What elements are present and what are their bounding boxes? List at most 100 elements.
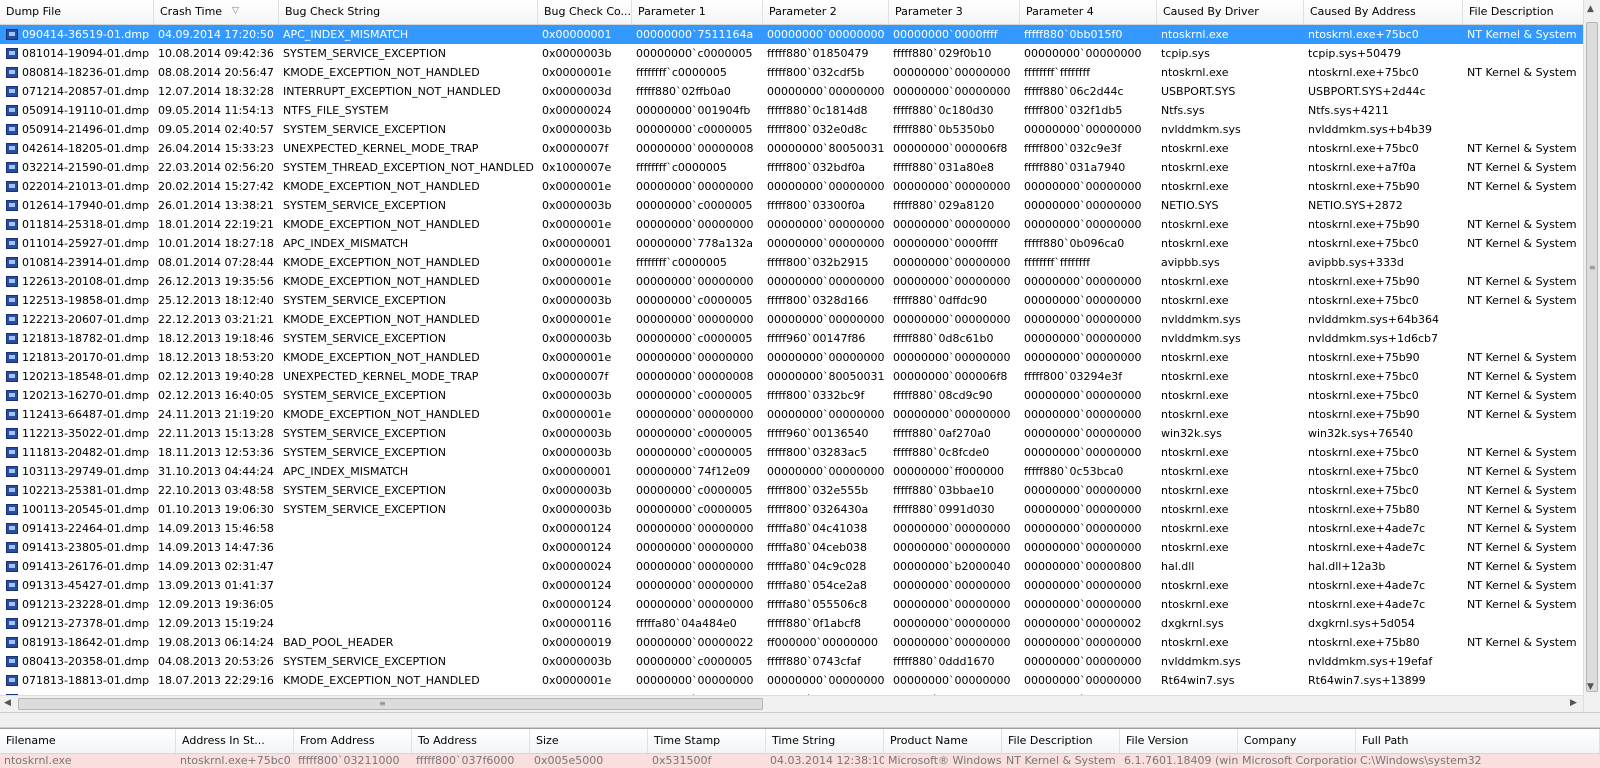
parameter-1-cell: 00000000`c0000005 — [636, 389, 753, 402]
table-row[interactable]: 091213-27378-01.dmp 12.09.2013 15:19:24 0x… — [0, 614, 1583, 633]
table-row[interactable]: 120213-18548-01.dmp 02.12.2013 19:40:28 UN… — [0, 367, 1583, 386]
table-row[interactable]: 122613-20108-01.dmp 26.12.2013 19:35:56 KM… — [0, 272, 1583, 291]
crash-time-cell: 18.01.2014 22:19:21 — [158, 218, 274, 231]
parameter-2-cell: fffff800`032cdf5b — [767, 66, 865, 79]
scroll-down-icon[interactable]: ▼ — [1587, 682, 1594, 692]
table-row[interactable]: 081913-18642-01.dmp 19.08.2013 06:14:24 BA… — [0, 633, 1583, 652]
file-description-cell: NT Kernel & System — [1467, 351, 1577, 364]
parameter-1-cell: ffffffff`c0000005 — [636, 256, 727, 269]
from-address-cell: fffff800`03211000 — [298, 754, 400, 767]
table-row[interactable]: 111813-20482-01.dmp 18.11.2013 12:53:36 SY… — [0, 443, 1583, 462]
table-row[interactable]: 112213-35022-01.dmp 22.11.2013 15:13:28 SY… — [0, 424, 1583, 443]
table-row-selected[interactable]: 090414-36519-01.dmp 04.09.2014 17:20:50 AP… — [0, 25, 1583, 44]
table-row[interactable]: 091313-45427-01.dmp 13.09.2013 01:41:37 0x… — [0, 576, 1583, 595]
crash-time-cell: 18.07.2013 22:29:16 — [158, 674, 274, 687]
column-header-dump-file[interactable]: Dump File — [0, 0, 154, 24]
column-header-file-description[interactable]: File Description — [1463, 0, 1600, 24]
column-header-caused-by-address[interactable]: Caused By Address — [1304, 0, 1463, 24]
column-header-caused-by-driver[interactable]: Caused By Driver — [1157, 0, 1304, 24]
table-row[interactable]: 122513-19858-01.dmp 25.12.2013 18:12:40 SY… — [0, 291, 1583, 310]
parameter-1-cell: 00000000`00000000 — [636, 351, 754, 364]
table-row[interactable]: 091413-26176-01.dmp 14.09.2013 02:31:47 0x… — [0, 557, 1583, 576]
vertical-scroll-thumb[interactable]: ≡ — [1586, 22, 1598, 692]
table-row[interactable]: 103113-29749-01.dmp 31.10.2013 04:44:24 AP… — [0, 462, 1583, 481]
column-header-time-string[interactable]: Time String — [766, 729, 884, 753]
caused-by-driver-cell: USBPORT.SYS — [1161, 85, 1236, 98]
file-description-cell: NT Kernel & System — [1467, 579, 1577, 592]
column-header-file-version[interactable]: File Version — [1120, 729, 1238, 753]
table-row[interactable]: 120213-16270-01.dmp 02.12.2013 16:40:05 SY… — [0, 386, 1583, 405]
pane-splitter[interactable] — [0, 712, 1600, 728]
dump-file-cell: 120213-16270-01.dmp — [22, 389, 150, 402]
bug-check-code-cell: 0x0000003b — [542, 389, 612, 402]
column-header-product-name[interactable]: Product Name — [884, 729, 1002, 753]
column-header-size[interactable]: Size — [530, 729, 648, 753]
table-row[interactable]: 071214-20857-01.dmp 12.07.2014 18:32:28 IN… — [0, 82, 1583, 101]
horizontal-scroll-thumb[interactable]: ≡ — [18, 698, 763, 710]
table-row[interactable]: 012614-17940-01.dmp 26.01.2014 13:38:21 SY… — [0, 196, 1583, 215]
parameter-2-cell: fffffa80`054ce2a8 — [767, 579, 867, 592]
table-row[interactable]: 042614-18205-01.dmp 26.04.2014 15:33:23 UN… — [0, 139, 1583, 158]
parameter-1-cell: 00000000`c0000005 — [636, 484, 753, 497]
table-row[interactable]: 091413-23805-01.dmp 14.09.2013 14:47:36 0x… — [0, 538, 1583, 557]
bug-check-string-cell — [279, 519, 538, 538]
scroll-up-icon[interactable]: ▲ — [1587, 4, 1594, 14]
dump-file-cell: 012614-17940-01.dmp — [22, 199, 150, 212]
table-row[interactable]: 081014-19094-01.dmp 10.08.2014 09:42:36 SY… — [0, 44, 1583, 63]
column-header-company[interactable]: Company — [1238, 729, 1356, 753]
file-description-cell — [1463, 614, 1583, 633]
caused-by-driver-cell: avipbb.sys — [1161, 256, 1220, 269]
table-row[interactable]: 032214-21590-01.dmp 22.03.2014 02:56:20 SY… — [0, 158, 1583, 177]
crash-list-vertical-scrollbar[interactable]: ▲ ≡ ▼ — [1583, 0, 1600, 712]
bug-check-string-cell: SYSTEM_SERVICE_EXCEPTION — [283, 294, 447, 307]
dump-file-cell: 112213-35022-01.dmp — [22, 427, 150, 440]
column-header-from-address[interactable]: From Address — [294, 729, 412, 753]
parameter-4-cell: fffff880`06c2d44c — [1024, 85, 1124, 98]
column-header-to-address[interactable]: To Address — [412, 729, 530, 753]
caused-by-address-cell: nvlddmkm.sys+1d6cb7 — [1308, 332, 1438, 345]
table-row[interactable]: 122213-20607-01.dmp 22.12.2013 03:21:21 KM… — [0, 310, 1583, 329]
scroll-right-icon[interactable]: ▶ — [1570, 698, 1577, 708]
table-row[interactable]: 011014-25927-01.dmp 10.01.2014 18:27:18 AP… — [0, 234, 1583, 253]
file-description-cell: NT Kernel & System — [1467, 275, 1577, 288]
column-header-crash-time[interactable]: Crash Time — [154, 0, 279, 24]
column-header-parameter-2[interactable]: Parameter 2 — [763, 0, 889, 24]
column-header-file-description[interactable]: File Description — [1002, 729, 1120, 753]
table-row[interactable]: 121813-20170-01.dmp 18.12.2013 18:53:20 KM… — [0, 348, 1583, 367]
table-row[interactable]: ntoskrnl.exe ntoskrnl.exe+75bc0 fffff800`0… — [0, 754, 1600, 768]
column-header-bug-check-string[interactable]: Bug Check String — [279, 0, 538, 24]
table-row[interactable]: 091413-22464-01.dmp 14.09.2013 15:46:58 0x… — [0, 519, 1583, 538]
scroll-left-icon[interactable]: ◀ — [4, 698, 11, 708]
table-row[interactable]: 071813-18813-01.dmp 18.07.2013 22:29:16 KM… — [0, 671, 1583, 690]
bug-check-string-cell: SYSTEM_SERVICE_EXCEPTION — [283, 199, 447, 212]
table-row[interactable]: 011814-25318-01.dmp 18.01.2014 22:19:21 KM… — [0, 215, 1583, 234]
column-header-parameter-1[interactable]: Parameter 1 — [632, 0, 763, 24]
column-header-parameter-4[interactable]: Parameter 4 — [1020, 0, 1157, 24]
column-header-full-path[interactable]: Full Path — [1356, 729, 1600, 753]
table-row[interactable]: 091213-23228-01.dmp 12.09.2013 19:36:05 0x… — [0, 595, 1583, 614]
parameter-3-cell: fffff880`029a8120 — [893, 199, 995, 212]
column-header-filename[interactable]: Filename — [0, 729, 176, 753]
table-row[interactable]: 022014-21013-01.dmp 20.02.2014 15:27:42 KM… — [0, 177, 1583, 196]
parameter-3-cell: 00000000`00000000 — [893, 256, 1011, 269]
crash-list-horizontal-scrollbar[interactable]: ◀ ≡ ▶ — [0, 695, 1583, 712]
table-row[interactable]: 102213-25381-01.dmp 22.10.2013 03:48:58 SY… — [0, 481, 1583, 500]
table-row[interactable]: 010814-23914-01.dmp 08.01.2014 07:28:44 KM… — [0, 253, 1583, 272]
table-row[interactable]: 050914-19110-01.dmp 09.05.2014 11:54:13 NT… — [0, 101, 1583, 120]
caused-by-address-cell: ntoskrnl.exe+75bc0 — [1308, 389, 1419, 402]
crash-time-cell: 18.12.2013 18:53:20 — [158, 351, 274, 364]
parameter-3-cell: 00000000`00000000 — [893, 85, 1011, 98]
column-header-time-stamp[interactable]: Time Stamp — [648, 729, 766, 753]
column-header-address-in-st[interactable]: Address In St... — [176, 729, 294, 753]
crash-time-cell: 26.12.2013 19:35:56 — [158, 275, 274, 288]
column-header-parameter-3[interactable]: Parameter 3 — [889, 0, 1020, 24]
table-row[interactable]: 050914-21496-01.dmp 09.05.2014 02:40:57 SY… — [0, 120, 1583, 139]
table-row[interactable]: 112413-66487-01.dmp 24.11.2013 21:19:20 KM… — [0, 405, 1583, 424]
column-header-bug-check-code[interactable]: Bug Check Co... — [538, 0, 632, 24]
table-row[interactable]: 080413-20358-01.dmp 04.08.2013 20:53:26 SY… — [0, 652, 1583, 671]
table-row[interactable]: 100113-20545-01.dmp 01.10.2013 19:06:30 SY… — [0, 500, 1583, 519]
parameter-3-cell: 00000000`00000000 — [893, 579, 1011, 592]
table-row[interactable]: 080814-18236-01.dmp 08.08.2014 20:56:47 KM… — [0, 63, 1583, 82]
table-row[interactable]: 121813-18782-01.dmp 18.12.2013 19:18:46 SY… — [0, 329, 1583, 348]
crash-time-cell: 18.12.2013 19:18:46 — [158, 332, 274, 345]
